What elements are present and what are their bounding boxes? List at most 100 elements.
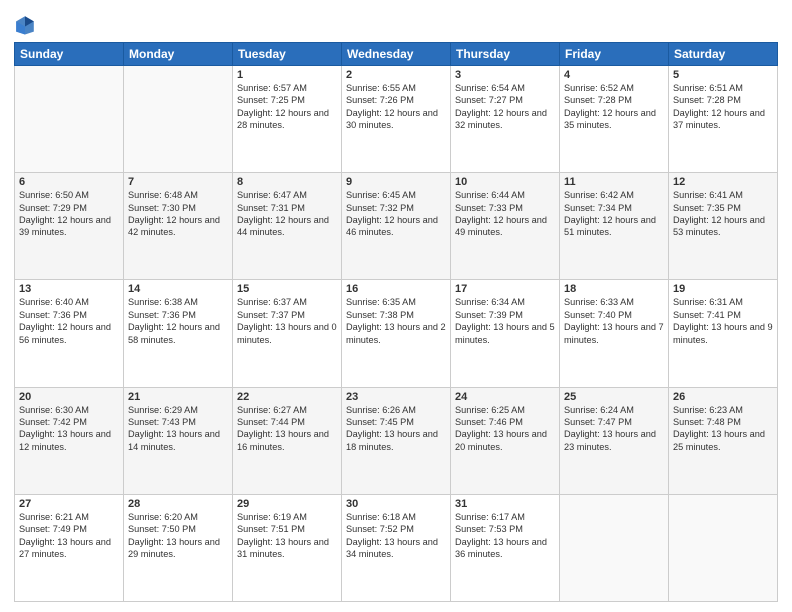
day-info: Sunrise: 6:48 AMSunset: 7:30 PMDaylight:… (128, 189, 228, 239)
day-info: Sunrise: 6:27 AMSunset: 7:44 PMDaylight:… (237, 404, 337, 454)
calendar-cell: 26Sunrise: 6:23 AMSunset: 7:48 PMDayligh… (669, 387, 778, 494)
day-number: 26 (673, 391, 773, 403)
calendar-cell: 21Sunrise: 6:29 AMSunset: 7:43 PMDayligh… (124, 387, 233, 494)
day-info: Sunrise: 6:42 AMSunset: 7:34 PMDaylight:… (564, 189, 664, 239)
day-number: 10 (455, 176, 555, 188)
header (14, 10, 778, 36)
day-info: Sunrise: 6:45 AMSunset: 7:32 PMDaylight:… (346, 189, 446, 239)
calendar-week-row: 20Sunrise: 6:30 AMSunset: 7:42 PMDayligh… (15, 387, 778, 494)
calendar-cell: 13Sunrise: 6:40 AMSunset: 7:36 PMDayligh… (15, 280, 124, 387)
day-info: Sunrise: 6:25 AMSunset: 7:46 PMDaylight:… (455, 404, 555, 454)
day-number: 8 (237, 176, 337, 188)
day-info: Sunrise: 6:17 AMSunset: 7:53 PMDaylight:… (455, 511, 555, 561)
day-info: Sunrise: 6:47 AMSunset: 7:31 PMDaylight:… (237, 189, 337, 239)
day-info: Sunrise: 6:37 AMSunset: 7:37 PMDaylight:… (237, 296, 337, 346)
day-info: Sunrise: 6:21 AMSunset: 7:49 PMDaylight:… (19, 511, 119, 561)
day-number: 11 (564, 176, 664, 188)
day-number: 3 (455, 69, 555, 81)
calendar-cell: 9Sunrise: 6:45 AMSunset: 7:32 PMDaylight… (342, 173, 451, 280)
day-info: Sunrise: 6:52 AMSunset: 7:28 PMDaylight:… (564, 82, 664, 132)
day-info: Sunrise: 6:31 AMSunset: 7:41 PMDaylight:… (673, 296, 773, 346)
day-number: 2 (346, 69, 446, 81)
day-number: 24 (455, 391, 555, 403)
day-number: 22 (237, 391, 337, 403)
calendar-cell (15, 66, 124, 173)
calendar-cell: 14Sunrise: 6:38 AMSunset: 7:36 PMDayligh… (124, 280, 233, 387)
logo-icon (14, 14, 36, 36)
day-info: Sunrise: 6:29 AMSunset: 7:43 PMDaylight:… (128, 404, 228, 454)
day-info: Sunrise: 6:33 AMSunset: 7:40 PMDaylight:… (564, 296, 664, 346)
day-info: Sunrise: 6:34 AMSunset: 7:39 PMDaylight:… (455, 296, 555, 346)
calendar-cell: 2Sunrise: 6:55 AMSunset: 7:26 PMDaylight… (342, 66, 451, 173)
calendar-cell: 7Sunrise: 6:48 AMSunset: 7:30 PMDaylight… (124, 173, 233, 280)
calendar-cell: 8Sunrise: 6:47 AMSunset: 7:31 PMDaylight… (233, 173, 342, 280)
calendar-cell: 11Sunrise: 6:42 AMSunset: 7:34 PMDayligh… (560, 173, 669, 280)
calendar-cell (560, 494, 669, 601)
day-number: 25 (564, 391, 664, 403)
calendar-cell: 20Sunrise: 6:30 AMSunset: 7:42 PMDayligh… (15, 387, 124, 494)
day-info: Sunrise: 6:30 AMSunset: 7:42 PMDaylight:… (19, 404, 119, 454)
day-info: Sunrise: 6:44 AMSunset: 7:33 PMDaylight:… (455, 189, 555, 239)
day-info: Sunrise: 6:20 AMSunset: 7:50 PMDaylight:… (128, 511, 228, 561)
weekday-header: Friday (560, 43, 669, 66)
day-number: 12 (673, 176, 773, 188)
calendar-cell: 16Sunrise: 6:35 AMSunset: 7:38 PMDayligh… (342, 280, 451, 387)
weekday-header: Saturday (669, 43, 778, 66)
calendar-cell: 15Sunrise: 6:37 AMSunset: 7:37 PMDayligh… (233, 280, 342, 387)
calendar-cell: 31Sunrise: 6:17 AMSunset: 7:53 PMDayligh… (451, 494, 560, 601)
day-info: Sunrise: 6:51 AMSunset: 7:28 PMDaylight:… (673, 82, 773, 132)
calendar-cell: 30Sunrise: 6:18 AMSunset: 7:52 PMDayligh… (342, 494, 451, 601)
calendar-cell (124, 66, 233, 173)
calendar-cell: 17Sunrise: 6:34 AMSunset: 7:39 PMDayligh… (451, 280, 560, 387)
calendar-cell: 12Sunrise: 6:41 AMSunset: 7:35 PMDayligh… (669, 173, 778, 280)
weekday-header: Tuesday (233, 43, 342, 66)
calendar-cell: 28Sunrise: 6:20 AMSunset: 7:50 PMDayligh… (124, 494, 233, 601)
calendar-cell: 22Sunrise: 6:27 AMSunset: 7:44 PMDayligh… (233, 387, 342, 494)
calendar-week-row: 1Sunrise: 6:57 AMSunset: 7:25 PMDaylight… (15, 66, 778, 173)
day-info: Sunrise: 6:18 AMSunset: 7:52 PMDaylight:… (346, 511, 446, 561)
calendar-cell: 24Sunrise: 6:25 AMSunset: 7:46 PMDayligh… (451, 387, 560, 494)
weekday-header: Sunday (15, 43, 124, 66)
weekday-row: SundayMondayTuesdayWednesdayThursdayFrid… (15, 43, 778, 66)
day-number: 18 (564, 283, 664, 295)
day-info: Sunrise: 6:55 AMSunset: 7:26 PMDaylight:… (346, 82, 446, 132)
day-number: 14 (128, 283, 228, 295)
logo (14, 14, 38, 36)
day-number: 5 (673, 69, 773, 81)
day-number: 1 (237, 69, 337, 81)
calendar: SundayMondayTuesdayWednesdayThursdayFrid… (14, 42, 778, 602)
day-info: Sunrise: 6:26 AMSunset: 7:45 PMDaylight:… (346, 404, 446, 454)
calendar-cell: 1Sunrise: 6:57 AMSunset: 7:25 PMDaylight… (233, 66, 342, 173)
calendar-week-row: 6Sunrise: 6:50 AMSunset: 7:29 PMDaylight… (15, 173, 778, 280)
day-number: 17 (455, 283, 555, 295)
day-number: 19 (673, 283, 773, 295)
day-info: Sunrise: 6:54 AMSunset: 7:27 PMDaylight:… (455, 82, 555, 132)
day-info: Sunrise: 6:19 AMSunset: 7:51 PMDaylight:… (237, 511, 337, 561)
calendar-week-row: 13Sunrise: 6:40 AMSunset: 7:36 PMDayligh… (15, 280, 778, 387)
day-info: Sunrise: 6:35 AMSunset: 7:38 PMDaylight:… (346, 296, 446, 346)
day-info: Sunrise: 6:23 AMSunset: 7:48 PMDaylight:… (673, 404, 773, 454)
day-info: Sunrise: 6:50 AMSunset: 7:29 PMDaylight:… (19, 189, 119, 239)
calendar-week-row: 27Sunrise: 6:21 AMSunset: 7:49 PMDayligh… (15, 494, 778, 601)
day-number: 27 (19, 498, 119, 510)
day-number: 21 (128, 391, 228, 403)
calendar-cell: 5Sunrise: 6:51 AMSunset: 7:28 PMDaylight… (669, 66, 778, 173)
day-number: 29 (237, 498, 337, 510)
day-info: Sunrise: 6:57 AMSunset: 7:25 PMDaylight:… (237, 82, 337, 132)
calendar-cell: 19Sunrise: 6:31 AMSunset: 7:41 PMDayligh… (669, 280, 778, 387)
day-number: 20 (19, 391, 119, 403)
day-info: Sunrise: 6:41 AMSunset: 7:35 PMDaylight:… (673, 189, 773, 239)
day-number: 7 (128, 176, 228, 188)
day-number: 30 (346, 498, 446, 510)
calendar-cell: 27Sunrise: 6:21 AMSunset: 7:49 PMDayligh… (15, 494, 124, 601)
calendar-cell: 29Sunrise: 6:19 AMSunset: 7:51 PMDayligh… (233, 494, 342, 601)
calendar-header: SundayMondayTuesdayWednesdayThursdayFrid… (15, 43, 778, 66)
day-number: 6 (19, 176, 119, 188)
weekday-header: Wednesday (342, 43, 451, 66)
day-number: 31 (455, 498, 555, 510)
day-info: Sunrise: 6:38 AMSunset: 7:36 PMDaylight:… (128, 296, 228, 346)
calendar-cell: 6Sunrise: 6:50 AMSunset: 7:29 PMDaylight… (15, 173, 124, 280)
day-number: 13 (19, 283, 119, 295)
day-info: Sunrise: 6:40 AMSunset: 7:36 PMDaylight:… (19, 296, 119, 346)
calendar-cell: 23Sunrise: 6:26 AMSunset: 7:45 PMDayligh… (342, 387, 451, 494)
